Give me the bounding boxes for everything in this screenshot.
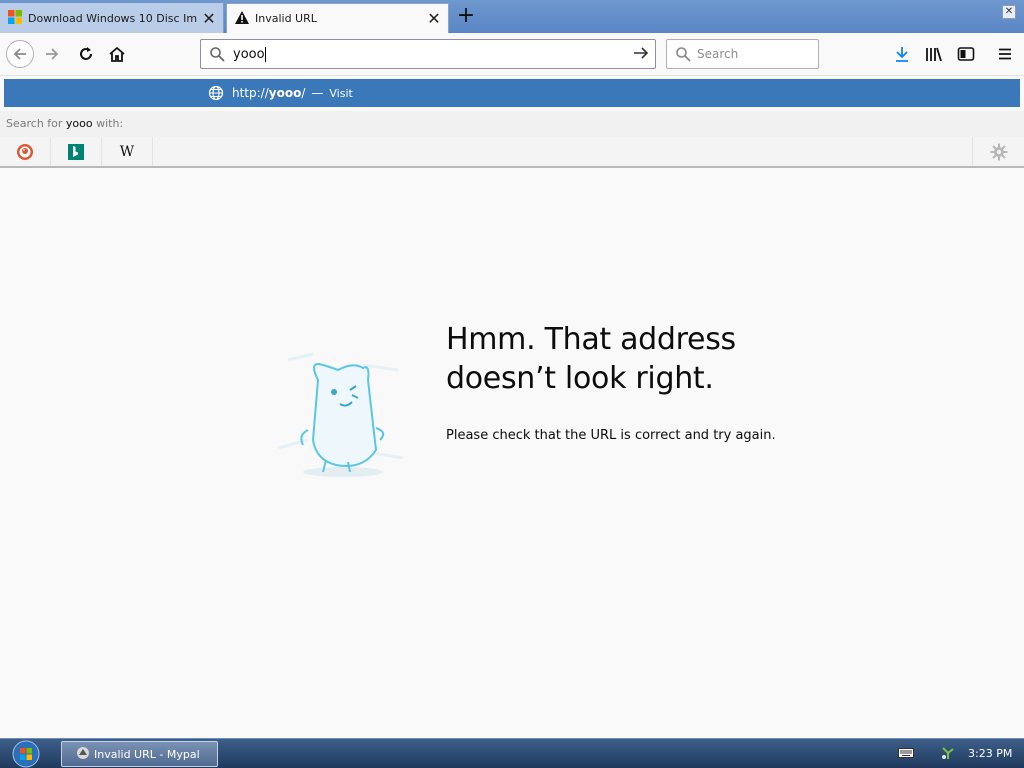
duckduckgo-icon (17, 143, 33, 160)
search-icon (210, 47, 225, 62)
error-description: Please check that the URL is correct and… (446, 428, 776, 443)
tab-download-windows[interactable]: Download Windows 10 Disc Im ✕ (0, 3, 224, 33)
search-icon (676, 47, 691, 62)
wikipedia-icon: W (119, 143, 135, 160)
globe-icon (208, 85, 224, 101)
mypal-icon (76, 746, 90, 763)
visit-suggestion-row[interactable]: http://yooo/ — Visit (4, 79, 1020, 107)
search-settings-button[interactable] (972, 137, 1024, 166)
tab-title: Download Windows 10 Disc Im (28, 11, 198, 25)
search-placeholder: Search (697, 47, 739, 61)
close-tab-icon[interactable]: ✕ (426, 9, 442, 28)
url-bar[interactable]: yooo (200, 39, 656, 69)
keyboard-icon[interactable] (898, 747, 914, 762)
window-close-icon[interactable]: ✕ (1002, 5, 1016, 19)
new-tab-plus-icon[interactable]: + (455, 5, 477, 28)
bing-button[interactable] (51, 137, 102, 166)
tab-invalid-url[interactable]: Invalid URL ✕ (226, 3, 449, 33)
visit-separator: — (311, 86, 324, 100)
sidebar-icon[interactable] (956, 44, 976, 64)
network-icon[interactable] (940, 745, 956, 764)
duckduckgo-button[interactable] (0, 137, 51, 166)
visit-action-label: Visit (329, 86, 353, 100)
search-box[interactable]: Search (666, 39, 819, 69)
download-icon[interactable] (892, 44, 912, 64)
warning-icon (235, 10, 249, 27)
close-tab-icon[interactable]: ✕ (201, 9, 217, 28)
back-arrow-icon (13, 48, 26, 60)
reload-button[interactable] (72, 40, 100, 68)
forward-arrow-icon (46, 48, 59, 60)
url-input[interactable]: yooo (233, 46, 633, 62)
home-icon (109, 46, 125, 62)
forward-button[interactable] (38, 40, 66, 68)
taskbar: Invalid URL - Mypal 3:23 PM (0, 738, 1024, 768)
gear-icon (990, 143, 1007, 160)
reload-icon (80, 47, 92, 60)
windows-logo-icon (8, 9, 22, 27)
visit-url: http://yooo/ (232, 86, 306, 100)
taskbar-app-label: Invalid URL - Mypal (94, 747, 200, 761)
wikipedia-button[interactable]: W (102, 137, 153, 166)
go-arrow-icon[interactable] (633, 46, 649, 63)
clock: 3:23 PM (968, 747, 1013, 760)
search-with-label: Search for yooo with: (0, 111, 1024, 137)
home-button[interactable] (103, 40, 131, 68)
confused-animal-illustration (268, 340, 408, 485)
error-title: Hmm. That address doesn’t look right. (446, 322, 736, 396)
windows-orb-icon (12, 740, 40, 768)
tab-title: Invalid URL (255, 12, 317, 25)
tab-strip: Download Windows 10 Disc Im ✕ Invalid UR… (0, 0, 1024, 33)
library-icon[interactable] (924, 44, 944, 64)
bing-icon (68, 143, 84, 160)
menu-icon[interactable] (995, 44, 1015, 64)
search-engine-bar: W (0, 137, 1024, 168)
start-button[interactable] (4, 740, 48, 768)
taskbar-app-button[interactable]: Invalid URL - Mypal (61, 741, 218, 767)
navigation-toolbar: yooo Search (0, 33, 1024, 76)
back-button[interactable] (6, 40, 34, 68)
